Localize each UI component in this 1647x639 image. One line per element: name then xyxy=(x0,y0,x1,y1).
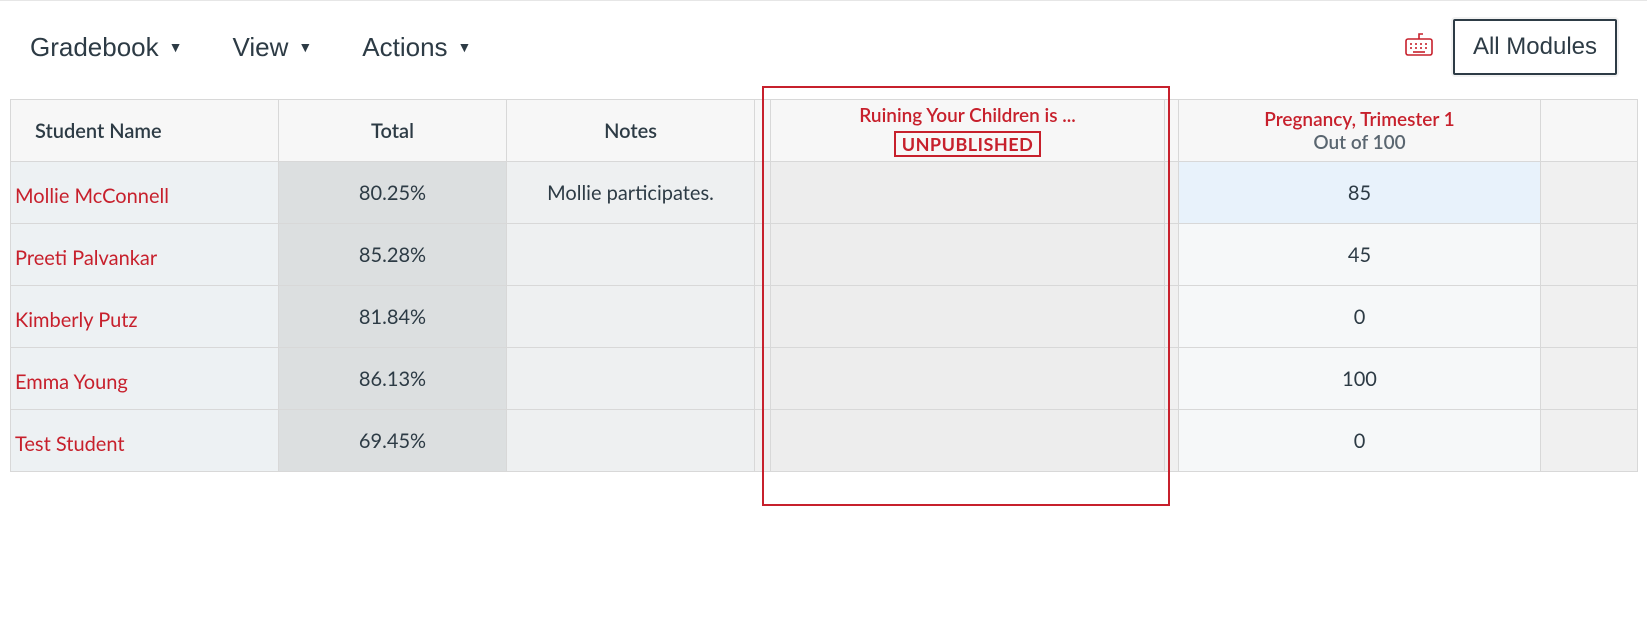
gradebook-toolbar: Gradebook ▼ View ▼ Actions ▼ xyxy=(0,1,1647,93)
header-total[interactable]: Total xyxy=(279,100,507,162)
grade-cell-unpublished[interactable] xyxy=(771,224,1165,286)
grade-cell-unpublished[interactable] xyxy=(771,410,1165,472)
all-modules-filter[interactable]: All Modules xyxy=(1453,19,1617,75)
column-gap xyxy=(755,286,771,348)
column-gap xyxy=(1541,410,1638,472)
column-gap xyxy=(1165,224,1179,286)
table-row: Test Student69.45% 0 xyxy=(11,410,1638,472)
column-gap xyxy=(1541,286,1638,348)
student-name-cell[interactable]: Preeti Palvankar xyxy=(11,224,279,286)
assignment-title: Pregnancy, Trimester 1 xyxy=(1179,108,1540,131)
grade-cell[interactable]: 0 xyxy=(1179,410,1541,472)
gradebook-label: Gradebook xyxy=(30,32,159,63)
column-gap xyxy=(1541,224,1638,286)
total-cell[interactable]: 81.84% xyxy=(279,286,507,348)
column-gap xyxy=(1541,348,1638,410)
caret-down-icon: ▼ xyxy=(458,39,472,55)
gradebook-dropdown[interactable]: Gradebook ▼ xyxy=(30,32,183,63)
total-cell[interactable]: 86.13% xyxy=(279,348,507,410)
column-gap xyxy=(1165,348,1179,410)
column-gap xyxy=(1541,100,1638,162)
table-row: Preeti Palvankar85.28% 45 xyxy=(11,224,1638,286)
notes-cell[interactable] xyxy=(507,410,755,472)
view-dropdown[interactable]: View ▼ xyxy=(233,32,313,63)
column-gap xyxy=(1165,162,1179,224)
grade-cell[interactable]: 0 xyxy=(1179,286,1541,348)
keyboard-shortcuts-icon[interactable] xyxy=(1405,32,1433,62)
unpublished-badge: UNPUBLISHED xyxy=(894,131,1042,157)
header-notes[interactable]: Notes xyxy=(507,100,755,162)
header-assignment-pregnancy-t1[interactable]: Pregnancy, Trimester 1 Out of 100 xyxy=(1179,100,1541,162)
column-gap xyxy=(1165,410,1179,472)
grade-cell[interactable]: 45 xyxy=(1179,224,1541,286)
student-name-cell[interactable]: Mollie McConnell xyxy=(11,162,279,224)
total-cell[interactable]: 80.25% xyxy=(279,162,507,224)
column-gap xyxy=(1541,162,1638,224)
actions-dropdown[interactable]: Actions ▼ xyxy=(362,32,471,63)
grade-cell[interactable]: 85 xyxy=(1179,162,1541,224)
column-gap xyxy=(755,224,771,286)
header-student-name[interactable]: Student Name xyxy=(11,100,279,162)
all-modules-label: All Modules xyxy=(1473,33,1597,60)
caret-down-icon: ▼ xyxy=(298,39,312,55)
grade-cell-unpublished[interactable] xyxy=(771,348,1165,410)
notes-cell[interactable] xyxy=(507,286,755,348)
actions-label: Actions xyxy=(362,32,447,63)
total-cell[interactable]: 69.45% xyxy=(279,410,507,472)
header-assignment-unpublished[interactable]: Ruining Your Children is ... UNPUBLISHED xyxy=(771,100,1165,162)
student-name-cell[interactable]: Test Student xyxy=(11,410,279,472)
assignment-title: Ruining Your Children is ... xyxy=(771,104,1164,127)
table-row: Mollie McConnell80.25%Mollie participate… xyxy=(11,162,1638,224)
grade-cell-unpublished[interactable] xyxy=(771,286,1165,348)
notes-cell[interactable]: Mollie participates. xyxy=(507,162,755,224)
assignment-subtitle: Out of 100 xyxy=(1179,131,1540,154)
notes-cell[interactable] xyxy=(507,348,755,410)
column-gap xyxy=(1165,100,1179,162)
column-gap xyxy=(755,100,771,162)
column-gap xyxy=(755,162,771,224)
table-row: Emma Young86.13% 100 xyxy=(11,348,1638,410)
total-cell[interactable]: 85.28% xyxy=(279,224,507,286)
view-label: View xyxy=(233,32,289,63)
column-gap xyxy=(755,410,771,472)
gradebook-table: Student Name Total Notes Ruining Your Ch… xyxy=(10,99,1638,472)
grade-cell-unpublished[interactable] xyxy=(771,162,1165,224)
notes-cell[interactable] xyxy=(507,224,755,286)
student-name-cell[interactable]: Kimberly Putz xyxy=(11,286,279,348)
table-row: Kimberly Putz81.84% 0 xyxy=(11,286,1638,348)
column-gap xyxy=(1165,286,1179,348)
column-gap xyxy=(755,348,771,410)
grade-cell[interactable]: 100 xyxy=(1179,348,1541,410)
student-name-cell[interactable]: Emma Young xyxy=(11,348,279,410)
caret-down-icon: ▼ xyxy=(169,39,183,55)
